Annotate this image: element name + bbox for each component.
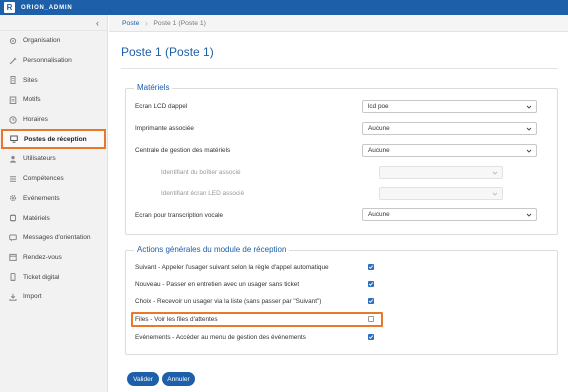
sidebar-item-materiels[interactable]: Matériels — [0, 208, 107, 228]
sidebar-item-organisation[interactable]: Organisation — [0, 31, 107, 51]
evenements-checkbox[interactable] — [368, 334, 374, 340]
check-icon — [368, 282, 374, 286]
action-label: Nouveau - Passer en entretien avec un us… — [135, 281, 300, 288]
boitier-label: Identifiant du boîtier associé — [161, 169, 241, 176]
download-icon — [8, 292, 17, 301]
phone-icon — [8, 273, 17, 282]
sidebar-item-label: Utilisateurs — [23, 155, 56, 163]
printer-select[interactable]: Aucune — [362, 122, 537, 135]
check-icon — [368, 265, 374, 269]
logo: R — [4, 2, 15, 13]
led-select[interactable] — [379, 187, 503, 200]
sidebar-item-label: Motifs — [23, 96, 41, 104]
hardware-icon — [8, 214, 17, 223]
monitor-icon — [9, 135, 18, 144]
chevron-down-icon — [526, 105, 532, 109]
sidebar-item-label: Import — [23, 293, 42, 301]
voice-label: Ecran pour transcription vocale — [135, 212, 224, 219]
central-select[interactable]: Aucune — [362, 144, 537, 157]
sidebar-item-postes-de-reception[interactable]: Postes de réception — [1, 129, 106, 150]
sidebar-item-motifs[interactable]: Motifs — [0, 90, 107, 110]
brush-icon — [8, 56, 17, 65]
sidebar: ‹ Organisation Personnalisation Sites Mo… — [0, 15, 108, 392]
check-icon — [368, 335, 374, 339]
sidebar-item-personnalisation[interactable]: Personnalisation — [0, 51, 107, 71]
gear-icon — [8, 194, 17, 203]
sidebar-item-label: Matériels — [23, 214, 50, 222]
led-label: Identifiant écran LED associé — [161, 190, 245, 197]
suivant-checkbox[interactable] — [368, 264, 374, 270]
site-icon — [8, 76, 17, 85]
nouveau-checkbox[interactable] — [368, 281, 374, 287]
sidebar-item-label: Ticket digital — [23, 273, 60, 281]
sidebar-item-label: Personnalisation — [23, 57, 72, 65]
materiels-legend: Matériels — [134, 83, 173, 92]
lcd-select[interactable]: lcd poe — [362, 100, 537, 113]
boitier-select[interactable] — [379, 166, 503, 179]
central-label: Centrale de gestion des matériels — [135, 147, 231, 154]
lcd-select-value: lcd poe — [368, 103, 389, 110]
chevron-right-icon: › — [144, 18, 148, 28]
chevron-down-icon — [492, 192, 498, 196]
cancel-button[interactable]: Annuler — [162, 372, 195, 386]
sidebar-item-horaires[interactable]: Horaires — [0, 110, 107, 130]
voice-select-value: Aucune — [368, 211, 390, 218]
choix-checkbox[interactable] — [368, 298, 374, 304]
sidebar-item-label: Compétences — [23, 175, 64, 183]
sidebar-item-label: Rendez-vous — [23, 253, 62, 261]
brand-name: ORION_ADMIN — [21, 4, 73, 11]
sidebar-item-label: Postes de réception — [24, 135, 87, 143]
chevron-down-icon — [526, 149, 532, 153]
message-icon — [8, 233, 17, 242]
list-icon — [8, 174, 17, 183]
voice-select[interactable]: Aucune — [362, 208, 537, 221]
calendar-icon — [8, 253, 17, 262]
sidebar-item-competences[interactable]: Compétences — [0, 169, 107, 189]
sidebar-item-label: Messages d'orientation — [23, 234, 91, 242]
chevron-left-icon[interactable]: ‹ — [0, 15, 107, 31]
sidebar-item-label: Organisation — [23, 37, 61, 45]
breadcrumb-current: Poste 1 (Poste 1) — [153, 19, 206, 27]
chevron-down-icon — [492, 171, 498, 175]
user-icon — [8, 154, 17, 163]
files-checkbox[interactable] — [368, 316, 374, 322]
sidebar-item-evenements[interactable]: Evénements — [0, 189, 107, 209]
action-label: Suivant - Appeler l'usager suivant selon… — [135, 264, 329, 271]
top-bar: R ORION_ADMIN — [0, 0, 568, 15]
action-label: Files - Voir les files d'attentes — [135, 316, 218, 323]
sidebar-item-messages-orientation[interactable]: Messages d'orientation — [0, 228, 107, 248]
validate-button[interactable]: Valider — [127, 372, 159, 386]
divider — [121, 68, 558, 69]
page-title: Poste 1 (Poste 1) — [121, 45, 214, 59]
sidebar-item-label: Horaires — [23, 116, 48, 124]
breadcrumb: Poste › Poste 1 (Poste 1) — [109, 15, 568, 32]
clock-icon — [8, 115, 17, 124]
action-label: Choix - Recevoir un usager via la liste … — [135, 298, 322, 305]
chevron-down-icon — [526, 127, 532, 131]
clipboard-icon — [8, 95, 17, 104]
sidebar-item-ticket-digital[interactable]: Ticket digital — [0, 267, 107, 287]
printer-select-value: Aucune — [368, 125, 390, 132]
chevron-down-icon — [526, 213, 532, 217]
sidebar-item-label: Sites — [23, 76, 38, 84]
sidebar-item-rendez-vous[interactable]: Rendez-vous — [0, 248, 107, 268]
actions-legend: Actions générales du module de réception — [134, 245, 290, 254]
building-icon — [8, 36, 17, 45]
printer-label: Imprimante associée — [135, 125, 194, 132]
sidebar-item-import[interactable]: Import — [0, 287, 107, 307]
action-label: Evénements - Accéder au menu de gestion … — [135, 334, 306, 341]
sidebar-item-sites[interactable]: Sites — [0, 70, 107, 90]
central-select-value: Aucune — [368, 147, 390, 154]
sidebar-item-label: Evénements — [23, 194, 60, 202]
lcd-label: Ecran LCD dappel — [135, 103, 188, 110]
check-icon — [368, 299, 374, 303]
sidebar-item-utilisateurs[interactable]: Utilisateurs — [0, 149, 107, 169]
breadcrumb-root-link[interactable]: Poste — [109, 20, 139, 27]
